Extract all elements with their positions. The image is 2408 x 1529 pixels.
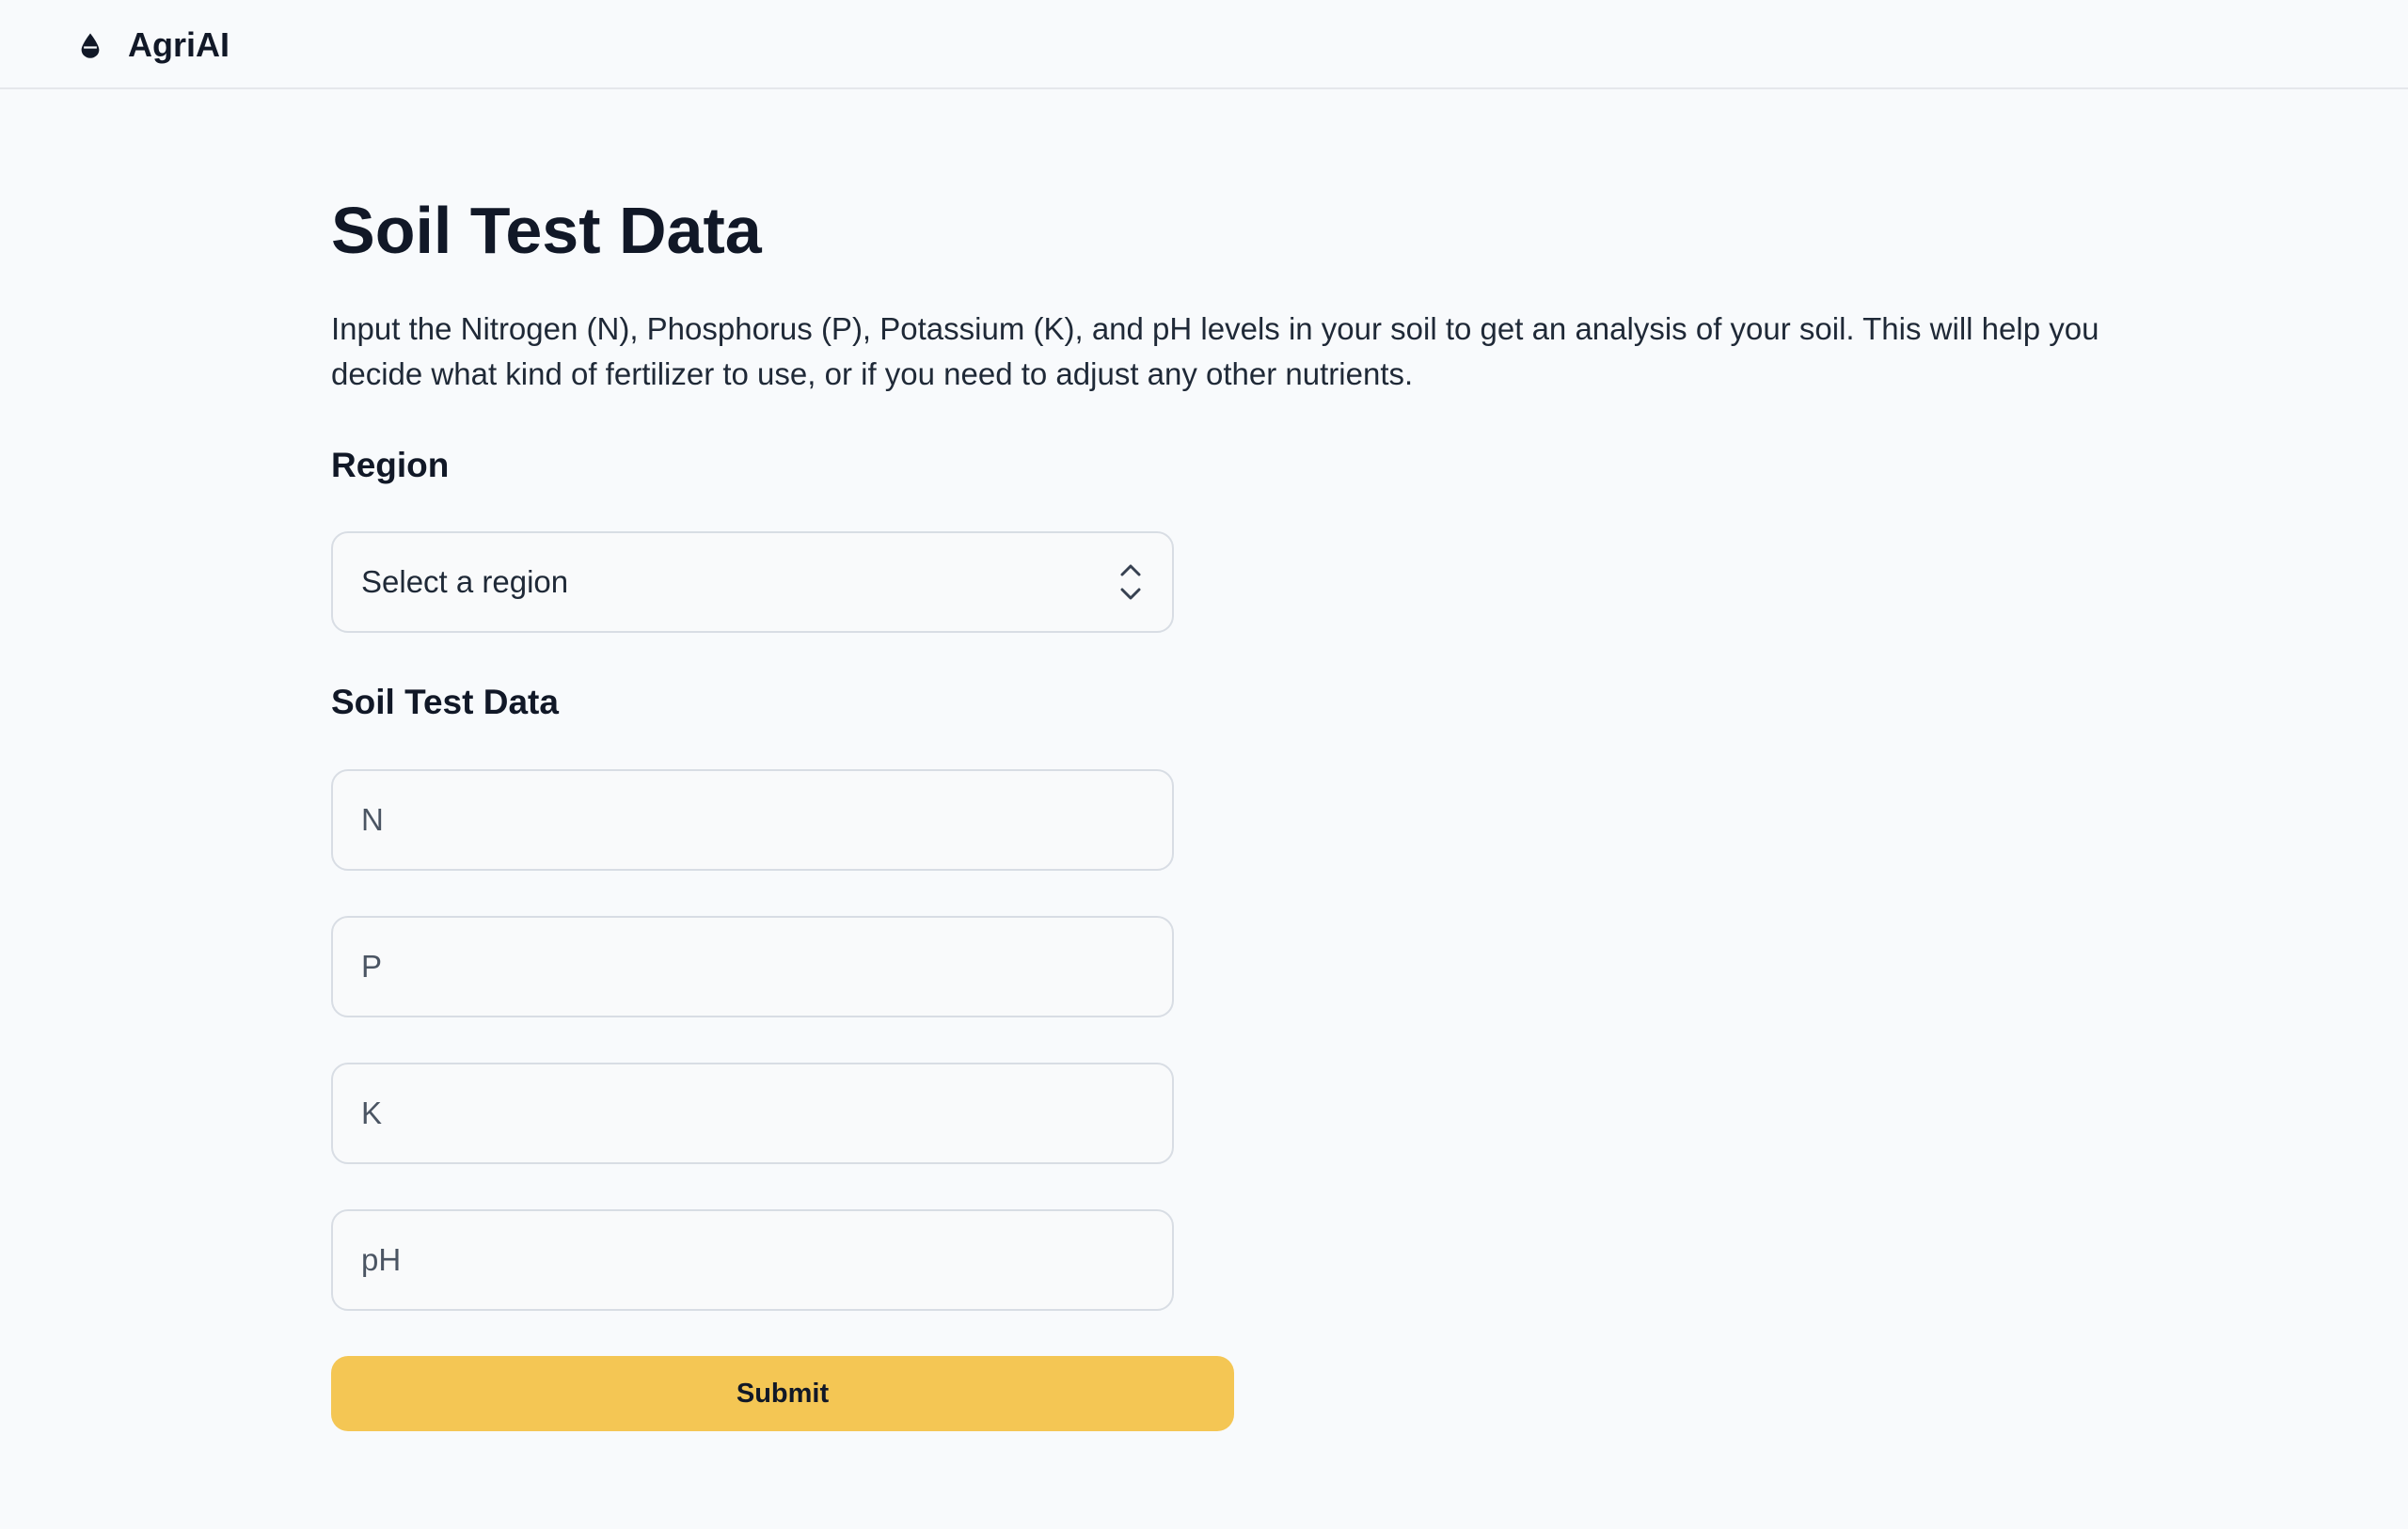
page-title: Soil Test Data — [331, 194, 762, 267]
submit-button[interactable]: Submit — [331, 1356, 1234, 1431]
region-label: Region — [331, 446, 450, 484]
top-navbar: AgriAI — [0, 0, 2408, 89]
brand-logo-link[interactable]: AgriAI — [73, 0, 230, 89]
brand-name: AgriAI — [128, 24, 230, 64]
potassium-input[interactable] — [361, 1064, 1144, 1162]
phosphorus-field[interactable] — [331, 916, 1174, 1017]
drop-icon — [73, 28, 107, 62]
ph-input[interactable] — [361, 1211, 1144, 1309]
potassium-field[interactable] — [331, 1063, 1174, 1164]
page-description: Input the Nitrogen (N), Phosphorus (P), … — [331, 311, 2099, 391]
phosphorus-input[interactable] — [361, 918, 1144, 1016]
region-select[interactable]: Select a region — [331, 531, 1174, 633]
nitrogen-input[interactable] — [361, 771, 1144, 869]
chevron-up-down-icon — [1117, 561, 1144, 603]
nitrogen-field[interactable] — [331, 769, 1174, 871]
region-select-value: Select a region — [361, 564, 569, 599]
ph-field[interactable] — [331, 1209, 1174, 1311]
soil-test-data-label: Soil Test Data — [331, 683, 559, 721]
